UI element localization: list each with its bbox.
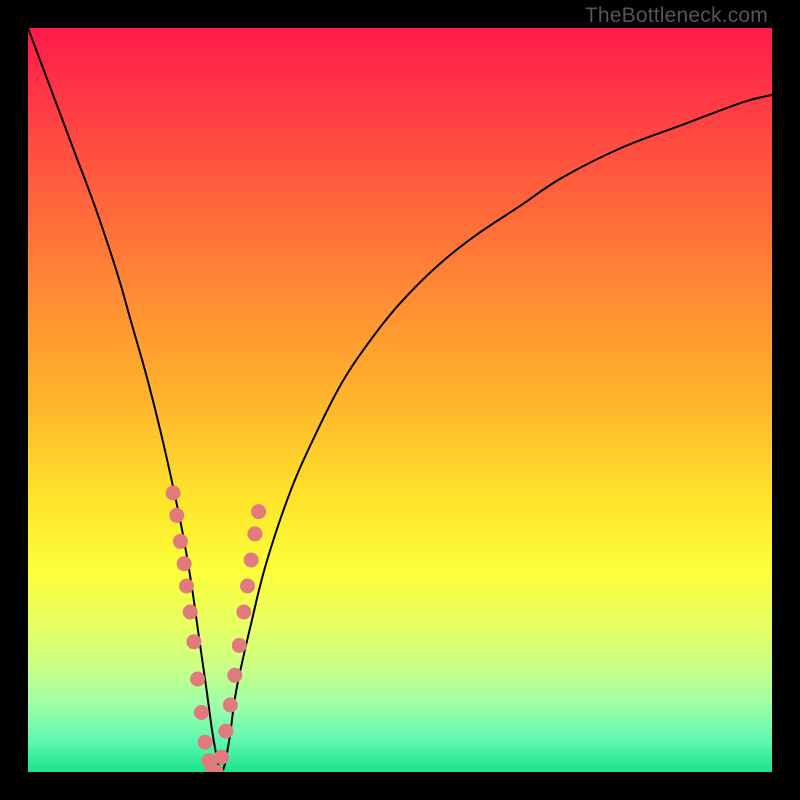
marker-point	[236, 605, 251, 620]
highlighted-points	[166, 486, 267, 773]
marker-point	[198, 735, 213, 750]
marker-point	[227, 668, 242, 683]
marker-point	[190, 672, 205, 687]
marker-point	[183, 605, 198, 620]
marker-point	[166, 486, 181, 501]
watermark-text: TheBottleneck.com	[585, 4, 768, 28]
marker-point	[173, 534, 188, 549]
marker-point	[214, 750, 229, 765]
marker-point	[232, 638, 247, 653]
plot-area	[28, 28, 772, 772]
marker-point	[218, 724, 233, 739]
marker-point	[169, 508, 184, 523]
marker-point	[194, 705, 209, 720]
marker-point	[240, 579, 255, 594]
chart-frame: TheBottleneck.com	[0, 0, 800, 800]
bottleneck-curve	[28, 28, 772, 772]
marker-point	[251, 504, 266, 519]
chart-svg	[28, 28, 772, 772]
marker-point	[179, 579, 194, 594]
marker-point	[223, 698, 238, 713]
marker-point	[247, 526, 262, 541]
marker-point	[177, 556, 192, 571]
marker-point	[186, 634, 201, 649]
marker-point	[244, 553, 259, 568]
